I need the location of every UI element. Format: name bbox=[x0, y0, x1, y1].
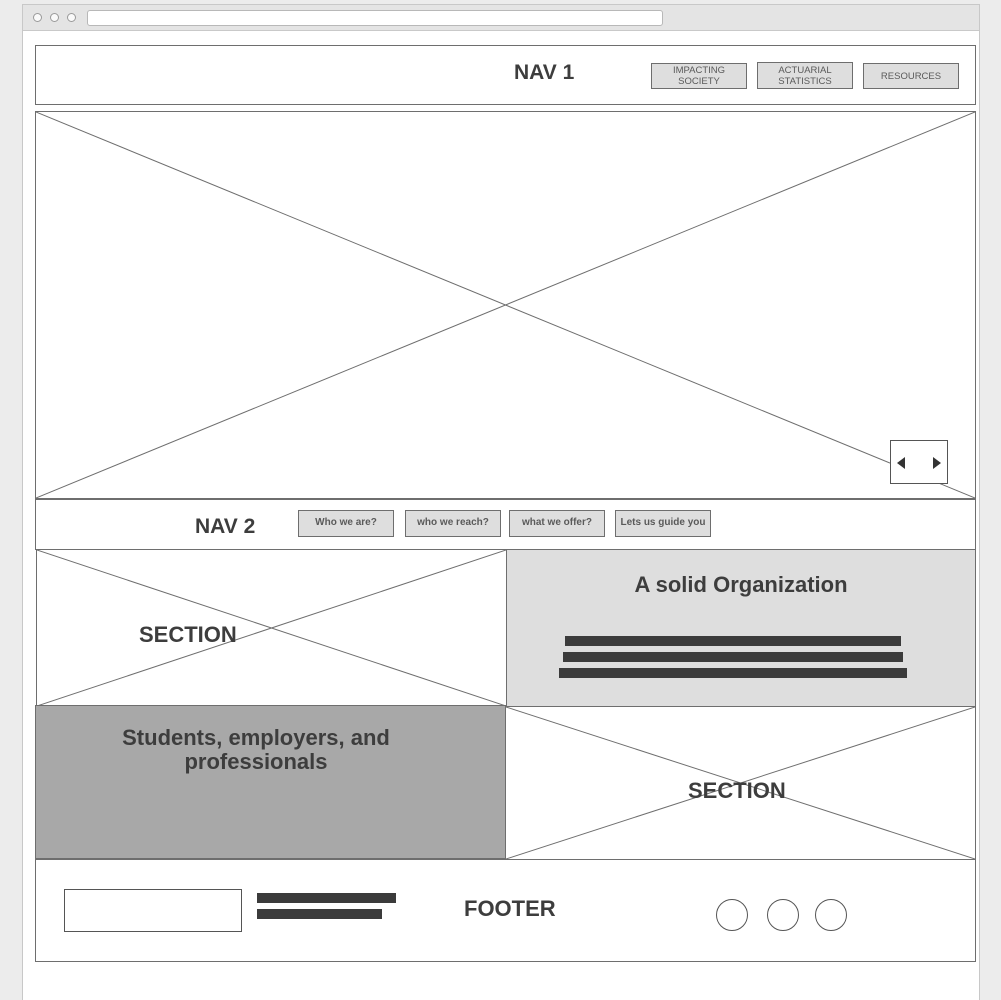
hero-image-placeholder bbox=[35, 111, 976, 499]
zoom-window-icon[interactable] bbox=[67, 13, 76, 22]
nav1-button-label: ACTUARIAL STATISTICS bbox=[778, 64, 832, 87]
section-heading: Students, employers, and professionals bbox=[122, 725, 390, 774]
previous-slide-icon[interactable] bbox=[897, 457, 905, 469]
social-circle-icon[interactable] bbox=[767, 899, 799, 931]
nav2-button-what-we-offer[interactable]: what we offer? bbox=[509, 510, 605, 537]
nav1-button-label: RESOURCES bbox=[880, 70, 942, 82]
minimize-window-icon[interactable] bbox=[50, 13, 59, 22]
footer: FOOTER bbox=[35, 859, 976, 962]
text-line-placeholder bbox=[257, 909, 382, 919]
nav2-button-label: Lets us guide you bbox=[620, 517, 706, 528]
nav2-button-lets-us-guide-you[interactable]: Lets us guide you bbox=[615, 510, 711, 537]
nav2-button-label: what we offer? bbox=[521, 517, 592, 528]
nav1-button-impacting-society[interactable]: IMPACTING SOCIETY bbox=[651, 63, 747, 89]
section-label: SECTION bbox=[139, 622, 237, 647]
title-bar bbox=[23, 5, 979, 31]
nav1-button-actuarial-statistics[interactable]: ACTUARIAL STATISTICS bbox=[757, 62, 853, 89]
nav1-button-resources[interactable]: RESOURCES bbox=[863, 63, 959, 89]
section-top-left: SECTION bbox=[36, 549, 507, 707]
nav1-title: NAV 1 bbox=[514, 61, 575, 84]
social-circle-icon[interactable] bbox=[716, 899, 748, 931]
text-line-placeholder bbox=[565, 636, 901, 646]
browser-window: NAV 1 IMPACTING SOCIETY ACTUARIAL STATIS… bbox=[22, 4, 980, 1000]
address-bar[interactable] bbox=[87, 10, 663, 26]
nav2-button-label: who we reach? bbox=[417, 517, 489, 528]
social-circle-icon[interactable] bbox=[815, 899, 847, 931]
next-slide-icon[interactable] bbox=[933, 457, 941, 469]
nav2-title: NAV 2 bbox=[195, 515, 256, 538]
text-line-placeholder bbox=[559, 668, 907, 678]
image-placeholder-icon bbox=[37, 550, 506, 706]
nav2-button-who-we-reach[interactable]: who we reach? bbox=[405, 510, 501, 537]
section-students-employers: Students, employers, and professionals bbox=[35, 705, 506, 859]
nav2-button-who-we-are[interactable]: Who we are? bbox=[298, 510, 394, 537]
close-window-icon[interactable] bbox=[33, 13, 42, 22]
nav1-bar: NAV 1 IMPACTING SOCIETY ACTUARIAL STATIS… bbox=[35, 45, 976, 105]
section-label: SECTION bbox=[688, 778, 786, 803]
nav1-button-label: IMPACTING SOCIETY bbox=[672, 65, 726, 87]
text-line-placeholder bbox=[257, 893, 396, 903]
slider-controls bbox=[890, 440, 948, 484]
section-bottom-right: SECTION bbox=[505, 706, 976, 860]
footer-title: FOOTER bbox=[464, 896, 556, 921]
footer-logo-placeholder bbox=[64, 889, 242, 932]
section-solid-organization: A solid Organization bbox=[506, 549, 976, 707]
nav2-bar: NAV 2 Who we are? who we reach? what we … bbox=[35, 499, 976, 550]
section-heading: A solid Organization bbox=[634, 572, 848, 597]
nav2-button-label: Who we are? bbox=[315, 517, 377, 528]
text-line-placeholder bbox=[563, 652, 903, 662]
image-placeholder-icon bbox=[36, 112, 975, 498]
